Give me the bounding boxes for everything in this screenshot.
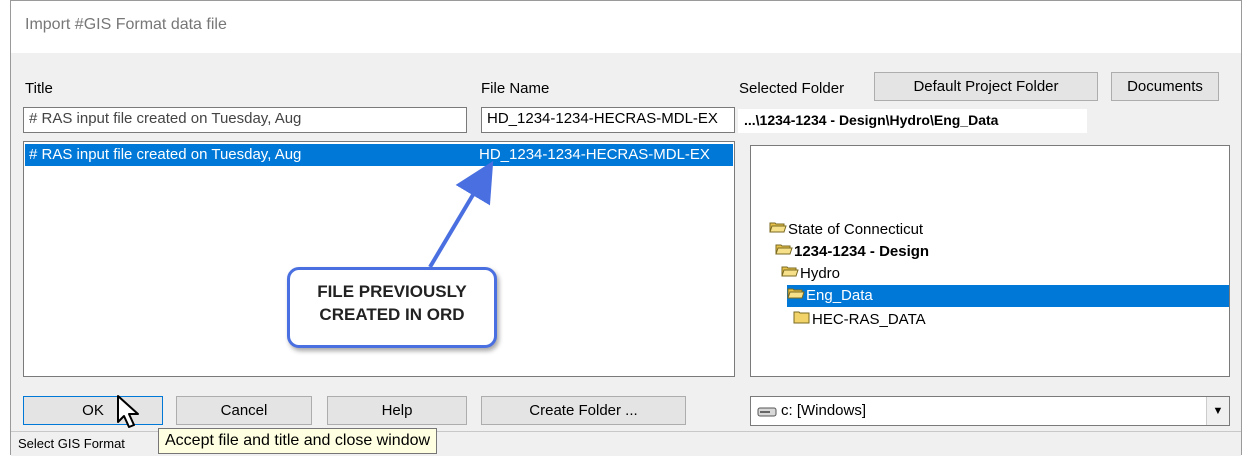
tree-item-label: 1234-1234 - Design <box>794 243 930 260</box>
help-button[interactable]: Help <box>327 396 467 425</box>
closed-folder-icon <box>793 309 811 331</box>
title-bar: Import #GIS Format data file <box>11 1 1241 53</box>
cancel-button[interactable]: Cancel <box>176 396 312 425</box>
tree-item-hec-ras-data[interactable]: HEC-RAS_DATA <box>793 309 926 331</box>
tree-item-hydro[interactable]: Hydro <box>781 263 840 285</box>
open-folder-icon <box>769 219 787 241</box>
tree-item-label: Hydro <box>800 265 841 282</box>
tree-item-label: HEC-RAS_DATA <box>812 311 926 328</box>
file-name-input[interactable]: HD_1234-1234-HECRAS-MDL-EX <box>481 107 735 133</box>
tree-item-1234-1234-design[interactable]: 1234-1234 - Design <box>775 241 929 263</box>
tree-item-eng-data[interactable]: Eng_Data <box>787 285 1229 307</box>
status-text: Select GIS Format <box>18 436 125 451</box>
tree-item-label: Eng_Data <box>806 287 873 304</box>
ok-tooltip: Accept file and title and close window <box>158 428 438 454</box>
create-folder-button[interactable]: Create Folder ... <box>481 396 686 425</box>
import-dialog: Import #GIS Format data file Title File … <box>10 0 1242 456</box>
mouse-cursor-icon <box>117 395 139 428</box>
drive-value: c: [Windows] <box>781 402 867 419</box>
drive-select[interactable]: c: [Windows] ▼ <box>750 396 1230 426</box>
selected-folder-label: Selected Folder <box>739 80 845 97</box>
tree-item-state-of-connecticut[interactable]: State of Connecticut <box>769 219 923 241</box>
open-folder-icon <box>781 263 799 285</box>
folder-tree[interactable]: State of Connecticut 1234-1234 - Design … <box>750 145 1230 377</box>
default-project-folder-button[interactable]: Default Project Folder <box>874 72 1098 101</box>
title-label: Title <box>25 80 53 97</box>
file-row-title: # RAS input file created on Tuesday, Aug <box>29 146 302 163</box>
drive-icon <box>757 405 777 422</box>
file-name-label: File Name <box>481 80 550 97</box>
tree-item-label: State of Connecticut <box>788 221 924 238</box>
documents-button[interactable]: Documents <box>1111 72 1219 101</box>
annotation-callout: FILE PREVIOUSLY CREATED IN ORD <box>287 267 497 348</box>
file-list-row[interactable]: # RAS input file created on Tuesday, Aug… <box>25 144 733 166</box>
window-title: Import #GIS Format data file <box>25 16 227 33</box>
file-row-file-name: HD_1234-1234-HECRAS-MDL-EX <box>479 146 710 163</box>
selected-folder-path: ...\1234-1234 - Design\Hydro\Eng_Data <box>738 109 1087 133</box>
open-folder-icon <box>787 285 805 307</box>
title-input[interactable]: # RAS input file created on Tuesday, Aug <box>23 107 467 133</box>
callout-line-2: CREATED IN ORD <box>319 305 465 324</box>
callout-line-1: FILE PREVIOUSLY <box>317 282 467 301</box>
open-folder-icon <box>775 241 793 263</box>
chevron-down-icon[interactable]: ▼ <box>1206 397 1229 425</box>
